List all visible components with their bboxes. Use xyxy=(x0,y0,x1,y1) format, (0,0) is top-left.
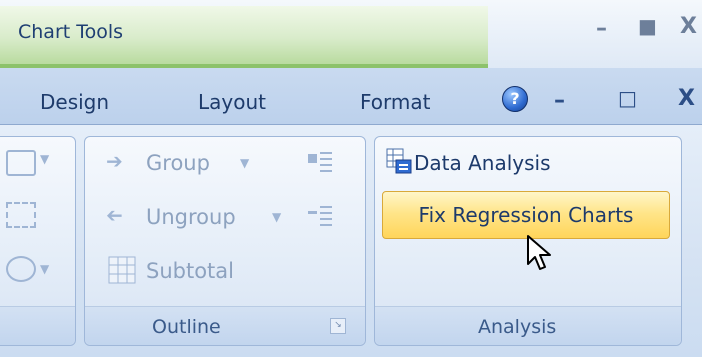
hide-detail-icon[interactable] xyxy=(306,204,334,228)
data-analysis-icon xyxy=(386,148,412,174)
dialog-launcher-icon[interactable]: ↘ xyxy=(330,318,346,334)
app-minimize-button[interactable]: – xyxy=(596,16,607,41)
dropdown-arrow-icon: ▼ xyxy=(40,262,50,276)
partial-group-footer xyxy=(0,306,75,345)
mouse-cursor-icon xyxy=(526,234,556,274)
partial-tool-icon xyxy=(6,202,36,228)
fix-regression-charts-button[interactable]: Fix Regression Charts xyxy=(382,191,670,239)
chart-tools-label: Chart Tools xyxy=(18,21,124,43)
tab-format[interactable]: Format xyxy=(360,90,430,114)
window-restore-button[interactable]: □ xyxy=(618,86,637,110)
app-maximize-button[interactable]: ■ xyxy=(638,14,657,38)
group-button[interactable]: Group xyxy=(146,151,210,175)
app-close-button[interactable]: X xyxy=(680,14,697,39)
data-analysis-button[interactable]: Data Analysis xyxy=(414,151,551,175)
partial-tool-icon xyxy=(6,256,36,282)
tab-design[interactable]: Design xyxy=(40,90,109,114)
dropdown-arrow-icon: ▼ xyxy=(240,156,250,170)
ungroup-button[interactable]: Ungroup xyxy=(146,205,236,229)
analysis-group-label: Analysis xyxy=(478,316,557,338)
dropdown-arrow-icon: ▼ xyxy=(40,152,50,166)
dropdown-arrow-icon: ▼ xyxy=(272,210,282,224)
show-detail-icon[interactable] xyxy=(306,150,334,174)
subtotal-button[interactable]: Subtotal xyxy=(146,259,234,283)
group-arrow-icon: ➔ xyxy=(106,149,123,173)
ungroup-arrow-icon: ➔ xyxy=(106,203,123,227)
partial-tool-icon xyxy=(6,150,36,176)
window-close-button[interactable]: X xyxy=(678,86,695,111)
help-icon[interactable]: ? xyxy=(502,86,528,112)
window-minimize-button[interactable]: – xyxy=(554,88,565,113)
outline-group-footer xyxy=(85,306,365,345)
tab-layout[interactable]: Layout xyxy=(198,90,266,114)
outline-group-label: Outline xyxy=(152,316,221,338)
subtotal-icon xyxy=(108,256,136,284)
